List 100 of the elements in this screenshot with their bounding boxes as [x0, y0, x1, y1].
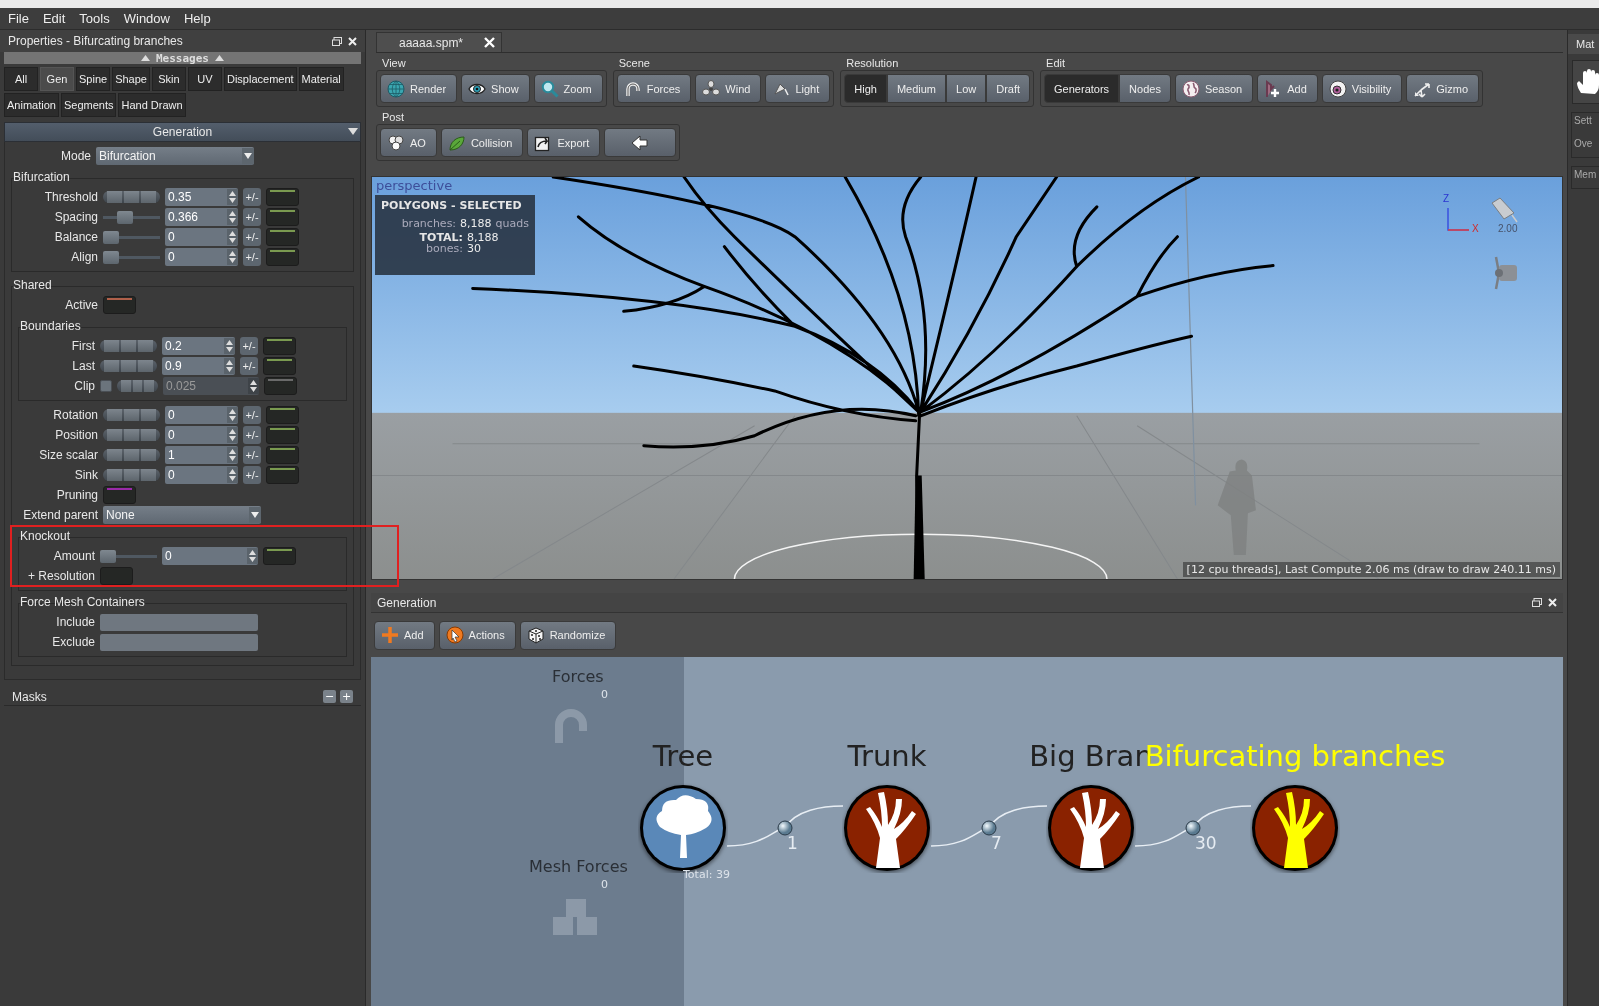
branch-node[interactable]: [842, 783, 932, 873]
curve-button[interactable]: [103, 296, 136, 314]
toolbar-button[interactable]: Visibility: [1321, 74, 1403, 103]
toolbar-button[interactable]: Season: [1174, 74, 1254, 103]
tab[interactable]: All: [4, 67, 38, 91]
number-field[interactable]: 0: [165, 228, 238, 246]
curve-button[interactable]: [266, 228, 299, 246]
segment-button[interactable]: Generators: [1044, 74, 1120, 103]
curve-button[interactable]: [103, 486, 136, 504]
curve-button[interactable]: [266, 446, 299, 464]
slider-thumb[interactable]: [100, 550, 116, 563]
segment-button[interactable]: High: [844, 74, 887, 103]
segment-button[interactable]: Nodes: [1119, 74, 1171, 103]
float-icon[interactable]: [332, 36, 342, 46]
number-field[interactable]: 0: [165, 248, 238, 266]
curve-button[interactable]: [266, 208, 299, 226]
number-field[interactable]: 0.35: [165, 188, 238, 206]
number-field[interactable]: 0: [165, 426, 238, 444]
document-tab[interactable]: aaaaa.spm*: [376, 32, 502, 52]
toolbar-button[interactable]: Show: [461, 74, 530, 103]
variance-button[interactable]: +/-: [243, 446, 261, 464]
curve-button[interactable]: [266, 466, 299, 484]
curve-button[interactable]: [263, 337, 296, 355]
variance-button[interactable]: +/-: [243, 248, 261, 266]
jog-wheel[interactable]: [117, 380, 158, 392]
jog-wheel[interactable]: [100, 360, 157, 372]
slider[interactable]: [103, 211, 160, 223]
variance-button[interactable]: +/-: [243, 188, 261, 206]
jog-wheel[interactable]: [103, 409, 160, 421]
branch-node[interactable]: [1046, 783, 1136, 873]
number-field[interactable]: 0.2: [162, 337, 235, 355]
segment-button[interactable]: Draft: [986, 74, 1031, 103]
variance-button[interactable]: +/-: [243, 228, 261, 246]
slider[interactable]: [100, 550, 157, 562]
menu-item[interactable]: Tools: [77, 11, 112, 26]
tab[interactable]: UV: [187, 67, 222, 91]
tab[interactable]: Gen: [40, 67, 74, 91]
slider-thumb[interactable]: [103, 251, 119, 264]
toolbar-button[interactable]: Light: [765, 74, 831, 103]
dropdown[interactable]: Bifurcation: [96, 147, 254, 165]
tab[interactable]: Spine: [76, 67, 111, 91]
curve-button[interactable]: [263, 547, 296, 565]
messages-label[interactable]: Messages: [156, 51, 209, 65]
tool-button[interactable]: [1572, 60, 1599, 104]
jog-wheel[interactable]: [103, 469, 160, 481]
segment-button[interactable]: Low: [946, 74, 987, 103]
number-field[interactable]: 0.9: [162, 357, 235, 375]
close-icon[interactable]: [1548, 598, 1557, 607]
slider-thumb[interactable]: [117, 211, 134, 224]
lamp-icon[interactable]: [1490, 197, 1518, 223]
mask-button[interactable]: +: [340, 690, 353, 703]
mask-button[interactable]: −: [323, 690, 336, 703]
branch-node[interactable]: [1250, 783, 1340, 873]
jog-wheel[interactable]: [103, 191, 160, 203]
dock-tab[interactable]: Mat: [1568, 34, 1599, 54]
toolbar-button[interactable]: Actions: [438, 620, 516, 650]
input-field[interactable]: [100, 613, 258, 631]
variance-button[interactable]: +/-: [243, 466, 261, 484]
back-button[interactable]: [604, 128, 677, 157]
variance-button[interactable]: +/-: [243, 208, 261, 226]
menu-item[interactable]: Edit: [40, 11, 68, 26]
toolbar-button[interactable]: Collision: [440, 128, 524, 157]
variance-button[interactable]: +/-: [240, 357, 258, 375]
number-field[interactable]: 0.366: [165, 208, 238, 226]
toolbar-button[interactable]: Zoom: [533, 74, 603, 103]
toolbar-button[interactable]: Wind: [695, 74, 762, 103]
curve-button[interactable]: [263, 357, 296, 375]
variance-button[interactable]: +/-: [240, 337, 258, 355]
curve-button[interactable]: [266, 406, 299, 424]
toolbar-button[interactable]: Export: [527, 128, 601, 157]
menu-item[interactable]: File: [6, 11, 31, 26]
toolbar-button[interactable]: Forces: [616, 74, 692, 103]
variance-button[interactable]: +/-: [243, 426, 261, 444]
tab[interactable]: Displacement: [223, 67, 297, 91]
section-bar[interactable]: Generation: [4, 122, 361, 142]
jog-wheel[interactable]: [103, 449, 160, 461]
number-field[interactable]: 0: [165, 406, 238, 424]
float-icon[interactable]: [1532, 598, 1542, 607]
tab[interactable]: Animation: [4, 93, 59, 117]
toolbar-button[interactable]: Add: [1257, 74, 1318, 103]
jog-wheel[interactable]: [103, 429, 160, 441]
slider[interactable]: [103, 251, 160, 263]
toolbar-button[interactable]: Render: [380, 74, 458, 103]
toolbar-button[interactable]: Add: [374, 620, 435, 650]
menu-item[interactable]: Window: [121, 11, 172, 26]
curve-button[interactable]: [266, 426, 299, 444]
tab[interactable]: Skin: [151, 67, 186, 91]
slider[interactable]: [103, 231, 160, 243]
toolbar-button[interactable]: Gizmo: [1406, 74, 1480, 103]
tab[interactable]: Shape: [112, 67, 150, 91]
curve-button[interactable]: [266, 188, 299, 206]
number-field[interactable]: 1: [165, 446, 238, 464]
number-field[interactable]: 0: [165, 466, 238, 484]
tab[interactable]: Segments: [60, 93, 117, 117]
jog-wheel[interactable]: [100, 340, 157, 352]
toolbar-button[interactable]: AO: [380, 128, 437, 157]
tab[interactable]: Hand Drawn: [118, 93, 186, 117]
input-field[interactable]: [100, 633, 258, 651]
curve-button[interactable]: [266, 248, 299, 266]
slider-thumb[interactable]: [103, 231, 119, 244]
